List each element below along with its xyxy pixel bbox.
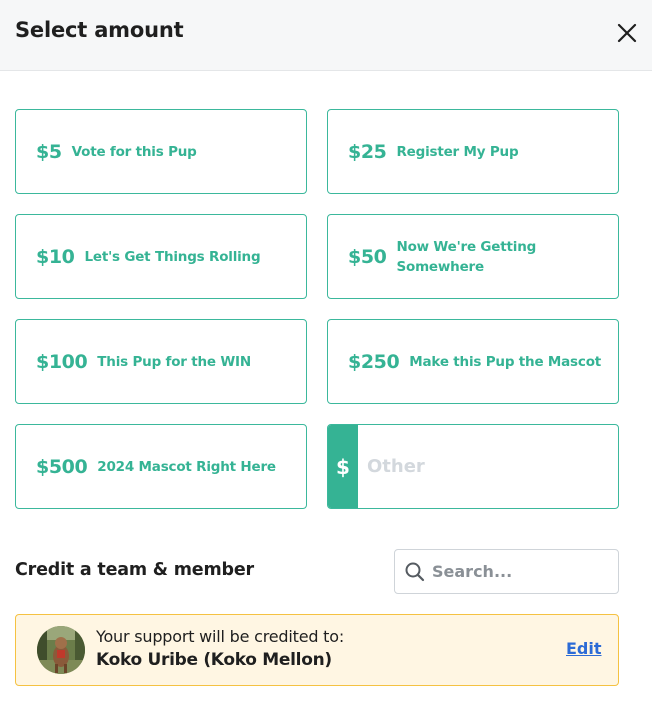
other-amount-input[interactable]	[358, 425, 618, 508]
member-search[interactable]	[394, 549, 619, 594]
amount-label: 2024 Mascot Right Here	[97, 458, 276, 475]
amount-option-250[interactable]: $250 Make this Pup the Mascot	[327, 319, 619, 404]
amount-value: $10	[36, 245, 75, 268]
amount-label: Let's Get Things Rolling	[84, 248, 261, 265]
amount-label: Vote for this Pup	[71, 143, 197, 160]
amount-option-5[interactable]: $5 Vote for this Pup	[15, 109, 307, 194]
credited-member-name: Koko Uribe (Koko Mellon)	[96, 650, 332, 670]
amount-option-25[interactable]: $25 Register My Pup	[327, 109, 619, 194]
modal-header: Select amount	[0, 0, 652, 71]
search-input[interactable]	[432, 562, 618, 581]
credit-section-label: Credit a team & member	[15, 560, 254, 580]
amount-option-500[interactable]: $500 2024 Mascot Right Here	[15, 424, 307, 509]
avatar	[37, 626, 85, 674]
currency-prefix: $	[328, 425, 358, 508]
modal-title: Select amount	[15, 18, 184, 42]
amount-value: $100	[36, 350, 88, 373]
credit-notice: Your support will be credited to: Koko U…	[15, 614, 619, 686]
amount-label: Register My Pup	[396, 143, 519, 160]
amount-value: $500	[36, 455, 88, 478]
close-icon	[617, 23, 637, 43]
close-button[interactable]	[614, 20, 640, 46]
amount-label: Make this Pup the Mascot	[409, 353, 602, 370]
amount-value: $5	[36, 140, 62, 163]
amount-option-10[interactable]: $10 Let's Get Things Rolling	[15, 214, 307, 299]
amount-label: This Pup for the WIN	[97, 353, 251, 370]
amount-value: $250	[348, 350, 400, 373]
other-amount-field: $	[327, 424, 619, 509]
search-icon	[405, 562, 425, 581]
member-photo	[37, 626, 85, 674]
amount-option-50[interactable]: $50 Now We're Getting Somewhere	[327, 214, 619, 299]
amount-label: Now We're Getting Somewhere	[396, 238, 537, 275]
amount-option-100[interactable]: $100 This Pup for the WIN	[15, 319, 307, 404]
credit-notice-text: Your support will be credited to:	[96, 627, 345, 646]
edit-credit-link[interactable]: Edit	[566, 639, 602, 658]
amount-value: $50	[348, 245, 387, 268]
amount-value: $25	[348, 140, 387, 163]
